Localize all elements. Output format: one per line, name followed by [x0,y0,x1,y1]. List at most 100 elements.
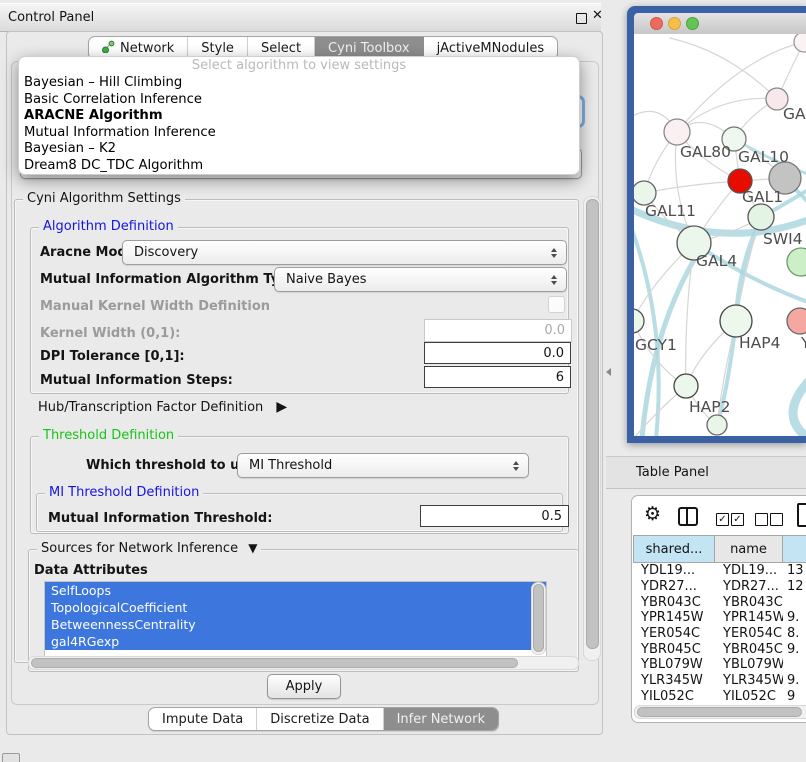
threshold-definition-title: Threshold Definition [39,428,178,443]
hub-definition-toggle[interactable]: Hub/Transcription Factor Definition ▶ [38,399,287,415]
network-node[interactable] [794,34,806,52]
checked-box-icon-2[interactable]: ✓ [731,513,744,526]
manual-kernel-checkbox[interactable] [548,296,565,313]
column-header-shared[interactable]: shared... [633,535,715,563]
table-hscrollbar-thumb[interactable] [637,707,802,717]
expand-down-icon: ▼ [242,541,257,555]
table-row[interactable]: YBR045CYBR045C9. [633,641,806,657]
split-columns-icon[interactable] [678,507,698,526]
node-label-gal4: GAL4 [696,252,737,270]
network-canvas[interactable]: GALGAL80GAL10GAL1GAL11SWI4GAL4GCY1HAP4YH… [634,34,806,436]
attribute-item-selfloops[interactable]: SelfLoops [45,582,546,599]
apply-button[interactable]: Apply [267,674,341,699]
column-header-extra[interactable] [783,535,806,563]
mi-threshold-label: Mutual Information Threshold: [48,511,272,526]
combo-spinner-icon [551,248,566,258]
which-threshold-value: MI Threshold [249,458,332,473]
combo-spinner-icon [513,461,528,471]
sources-title: Sources for Network Inference [41,541,238,556]
attribute-item-gal4rgexp[interactable]: gal4RGexp [45,633,546,650]
node-label-gal: GAL [783,105,806,123]
table-row[interactable]: YER054CYER054C8. [633,626,806,642]
data-attributes-list[interactable]: SelfLoopsTopologicalCoefficientBetweenne… [44,581,547,657]
settings-hscrollbar[interactable] [28,656,579,670]
dropdown-item-basic-correlation-inference[interactable]: Basic Correlation Inference [19,92,579,109]
zoom-traffic-icon[interactable] [686,17,699,30]
float-icon[interactable] [576,13,587,24]
dropdown-item-dream8-dc-tdc-algorithm[interactable]: Dream8 DC_TDC Algorithm [19,158,579,175]
splitter-collapse-icon[interactable] [606,368,611,376]
network-node-gal80[interactable] [664,119,690,145]
tab-network-label: Network [120,41,174,56]
dropdown-item-bayesian-hill-climbing[interactable]: Bayesian – Hill Climbing [19,75,579,92]
cyni-tab-discretize-data[interactable]: Discretize Data [257,708,383,730]
network-node[interactable] [707,415,727,435]
network-edge[interactable] [644,181,740,193]
table-cell: YLR345W [633,673,715,689]
unchecked-box-icon-1[interactable] [755,513,768,526]
document-icon[interactable] [797,503,806,527]
network-node-gcy1[interactable] [634,309,644,333]
node-label-gal10: GAL10 [738,148,789,166]
network-node-y[interactable] [787,308,806,334]
cyni-tab-impute-data[interactable]: Impute Data [149,708,257,730]
settings-vscrollbar[interactable] [583,196,601,661]
mi-type-combo[interactable]: Naive Bayes [274,267,567,292]
node-label-gal1: GAL1 [742,188,783,206]
cyni-tab-impute-data-label: Impute Data [162,712,243,727]
table-row[interactable]: YBL079WYBL079W [633,657,806,673]
network-window-titlebar[interactable] [634,13,806,35]
node-label-y: Y [800,334,806,352]
minimized-panel-button[interactable] [2,753,20,762]
mi-threshold-field[interactable]: 0.5 [420,505,569,527]
settings-hscrollbar-thumb[interactable] [31,658,518,668]
sources-toggle[interactable]: Sources for Network Inference ▼ [37,541,261,556]
table-row[interactable]: YDR27...YDR27...12 [633,579,806,595]
dpi-tolerance-label: DPI Tolerance [0,1]: [40,349,185,364]
manual-kernel-label: Manual Kernel Width Definition [40,299,270,314]
dropdown-item-mutual-information-inference[interactable]: Mutual Information Inference [19,125,579,142]
which-threshold-combo[interactable]: MI Threshold [237,453,529,478]
table-row[interactable]: YIL052CYIL052C9 [633,689,806,705]
network-node-hap4[interactable] [720,305,752,337]
gear-icon[interactable]: ⚙ [644,503,661,525]
table-hscrollbar[interactable] [634,705,806,719]
dpi-tolerance-field[interactable]: 0.0 [424,342,571,364]
mi-steps-field[interactable]: 6 [424,366,571,388]
close-icon[interactable]: ✕ [592,8,603,23]
table-cell: YER054C [715,626,783,642]
network-node-hap2[interactable] [674,374,698,398]
attributes-scrollbar[interactable] [531,582,546,655]
network-node[interactable] [787,248,806,276]
cyni-tab-infer-network[interactable]: Infer Network [384,708,498,730]
control-panel-titlebar: Control Panel ✕ [0,3,601,32]
column-header-name[interactable]: name [715,535,783,563]
dropdown-item-aracne-algorithm[interactable]: ARACNE Algorithm [19,108,579,125]
table-cell: 12 [783,579,806,595]
mi-steps-label: Mutual Information Steps: [40,373,233,388]
network-edge[interactable] [670,38,777,99]
minimize-traffic-icon[interactable] [668,17,681,30]
checked-box-icon-1[interactable]: ✓ [716,513,729,526]
table-row[interactable]: YLR345WYLR345W9. [633,673,806,689]
close-traffic-icon[interactable] [650,17,663,30]
aracne-mode-combo[interactable]: Discovery [122,240,567,265]
unchecked-box-icon-2[interactable] [770,513,783,526]
mi-type-label: Mutual Information Algorithm Type: [40,272,303,287]
dropdown-item-bayesian-k2[interactable]: Bayesian – K2 [19,141,579,158]
table-cell [783,594,806,610]
table-row[interactable]: YBR043CYBR043C [633,594,806,610]
attribute-item-topologicalcoefficient[interactable]: TopologicalCoefficient [45,599,546,616]
table-cell: YER054C [633,626,715,642]
network-node-swi4[interactable] [748,204,774,230]
cyni-tab-infer-network-label: Infer Network [397,712,485,727]
attribute-item-betweennesscentrality[interactable]: BetweennessCentrality [45,616,546,633]
table-row[interactable]: YDL19...YDL19...13 [633,563,806,579]
settings-vscrollbar-thumb[interactable] [586,199,599,649]
split-divider [686,509,688,524]
table-row[interactable]: YPR145WYPR145W9. [633,610,806,626]
network-edge[interactable] [793,382,806,436]
attributes-scrollbar-thumb[interactable] [533,584,544,652]
dropdown-placeholder: Select algorithm to view settings [19,57,579,75]
kernel-width-field[interactable]: 0.0 [424,319,572,342]
